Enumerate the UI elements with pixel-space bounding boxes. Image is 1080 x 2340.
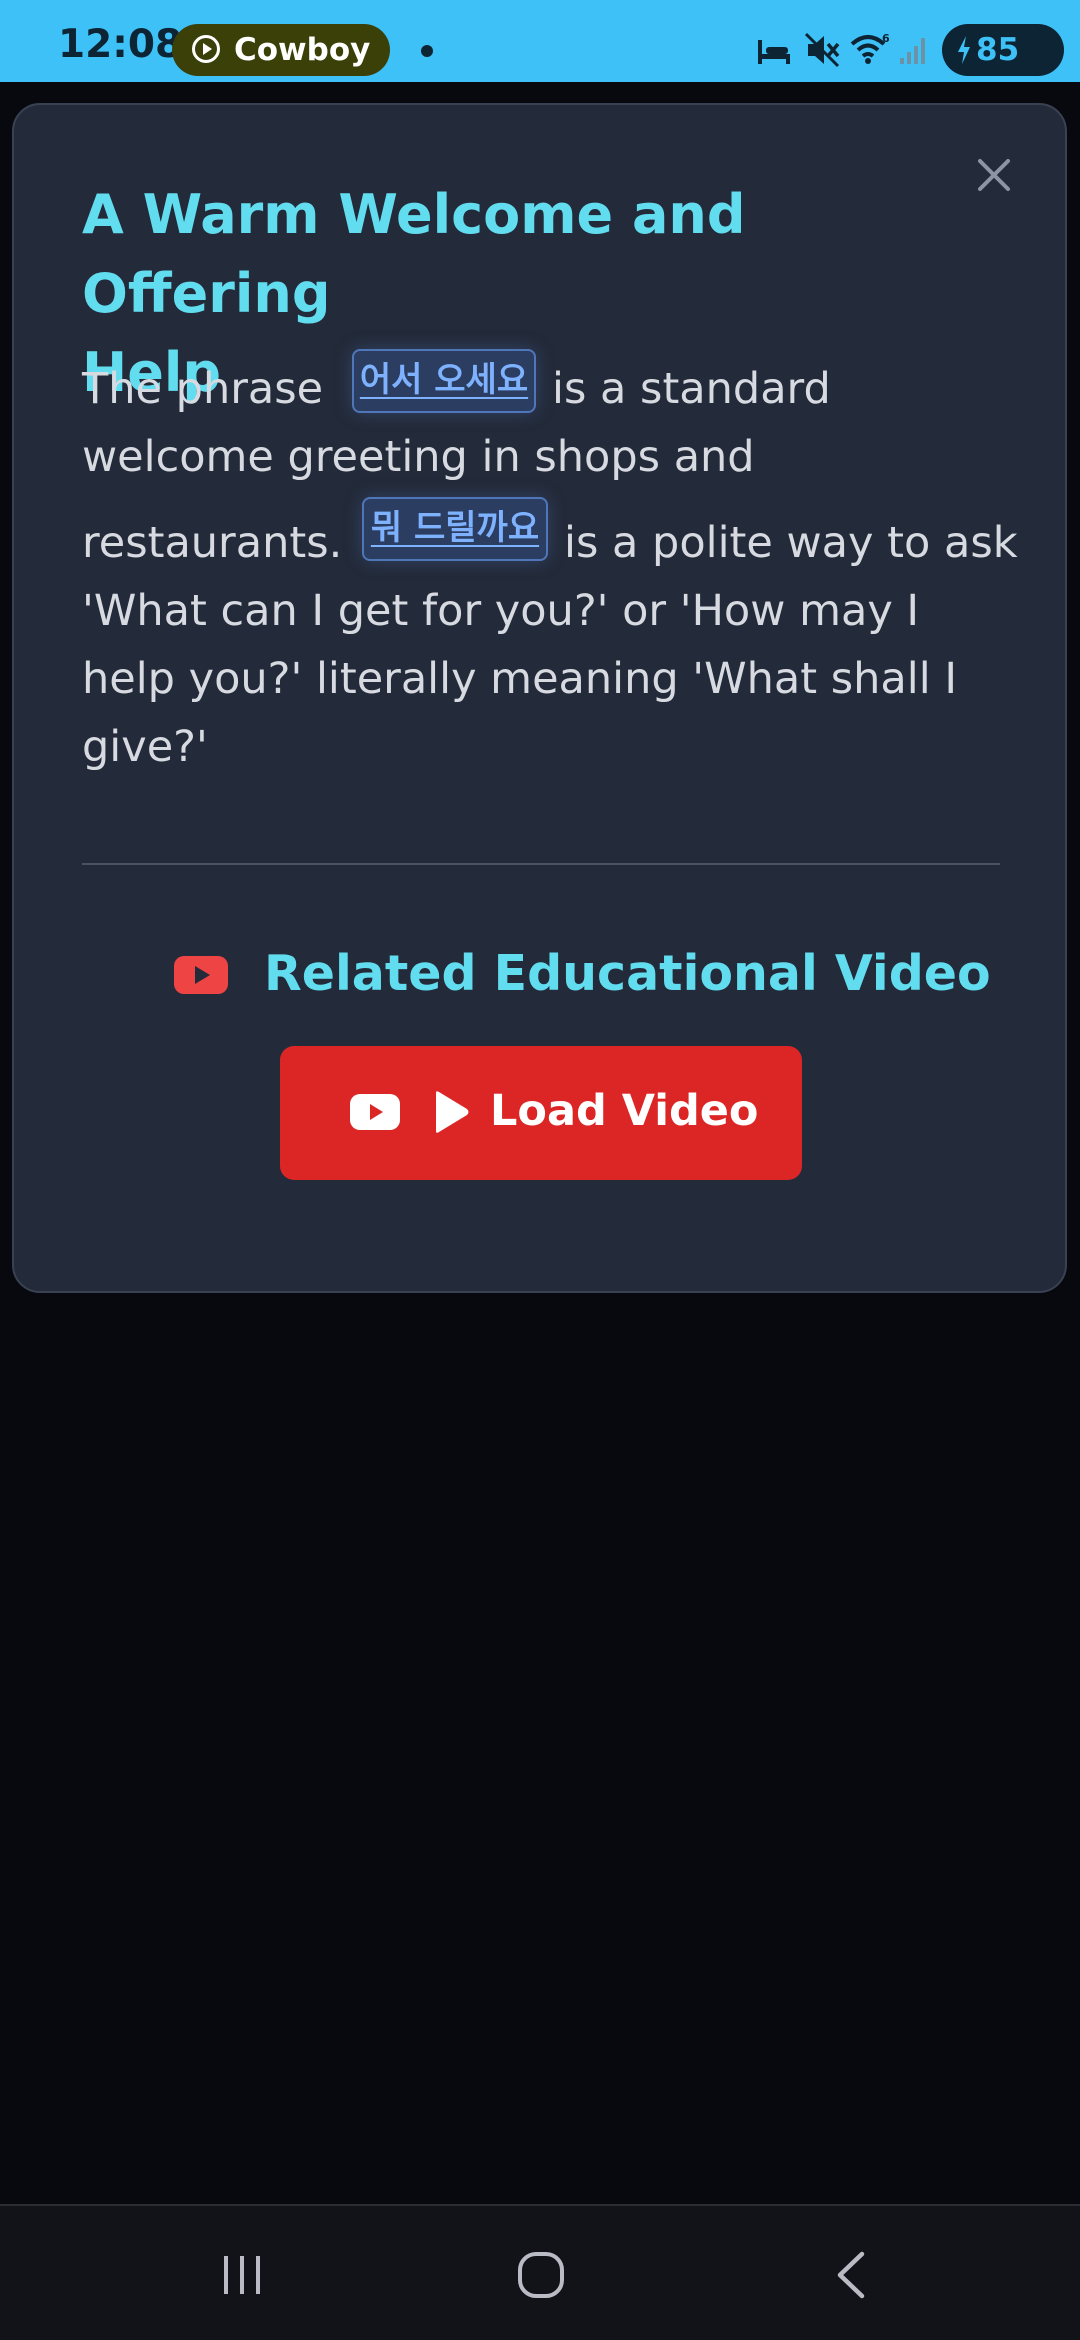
text-segment: is a polite way to ask [564, 518, 1018, 568]
youtube-icon [174, 956, 228, 994]
text-segment: 'What can I get for you?' or 'How may I [82, 586, 920, 636]
load-video-button[interactable]: Load Video [280, 1046, 802, 1180]
phrase-dialog: A Warm Welcome and Offering Help The phr… [12, 103, 1067, 1293]
dialog-title-line-1: A Warm Welcome and Offering [82, 183, 746, 325]
system-navigation-bar [0, 2204, 1080, 2340]
svg-text:6: 6 [882, 32, 890, 45]
divider [82, 863, 1000, 865]
signal-icon [900, 38, 925, 64]
battery-charging-icon [958, 36, 970, 64]
battery-level: 85 [976, 32, 1020, 68]
battery-indicator: 85 [942, 24, 1064, 76]
notification-dot [421, 45, 433, 57]
media-app-label: Cowboy [234, 32, 371, 68]
recent-apps-icon[interactable] [218, 2250, 268, 2300]
load-video-label: Load Video [490, 1086, 759, 1136]
sleep-icon [758, 40, 790, 64]
media-indicator[interactable]: Cowboy [172, 24, 390, 76]
status-bar: 12:08 Cowboy 6 85 [0, 0, 1080, 82]
text-segment: help you?' literally meaning 'What shall… [82, 654, 958, 704]
home-icon[interactable] [516, 2250, 566, 2300]
play-circle-icon [192, 35, 220, 63]
mute-icon [804, 32, 840, 68]
text-segment: is a standard [552, 364, 831, 414]
text-segment: welcome greeting in shops and [82, 432, 755, 482]
text-segment: The phrase [82, 364, 324, 414]
text-segment: give?' [82, 722, 208, 772]
youtube-icon [350, 1094, 400, 1130]
back-icon[interactable] [826, 2250, 876, 2300]
play-icon [436, 1091, 469, 1133]
status-time: 12:08 [58, 22, 183, 67]
wifi-icon: 6 [850, 32, 890, 64]
text-segment: restaurants. [82, 518, 343, 568]
korean-phrase-chip[interactable]: 어서 오세요 [352, 349, 536, 413]
video-section-title: Related Educational Video [264, 945, 991, 1002]
korean-phrase-chip[interactable]: 뭐 드릴까요 [362, 497, 548, 561]
video-section-header: Related Educational Video [14, 940, 1069, 1010]
